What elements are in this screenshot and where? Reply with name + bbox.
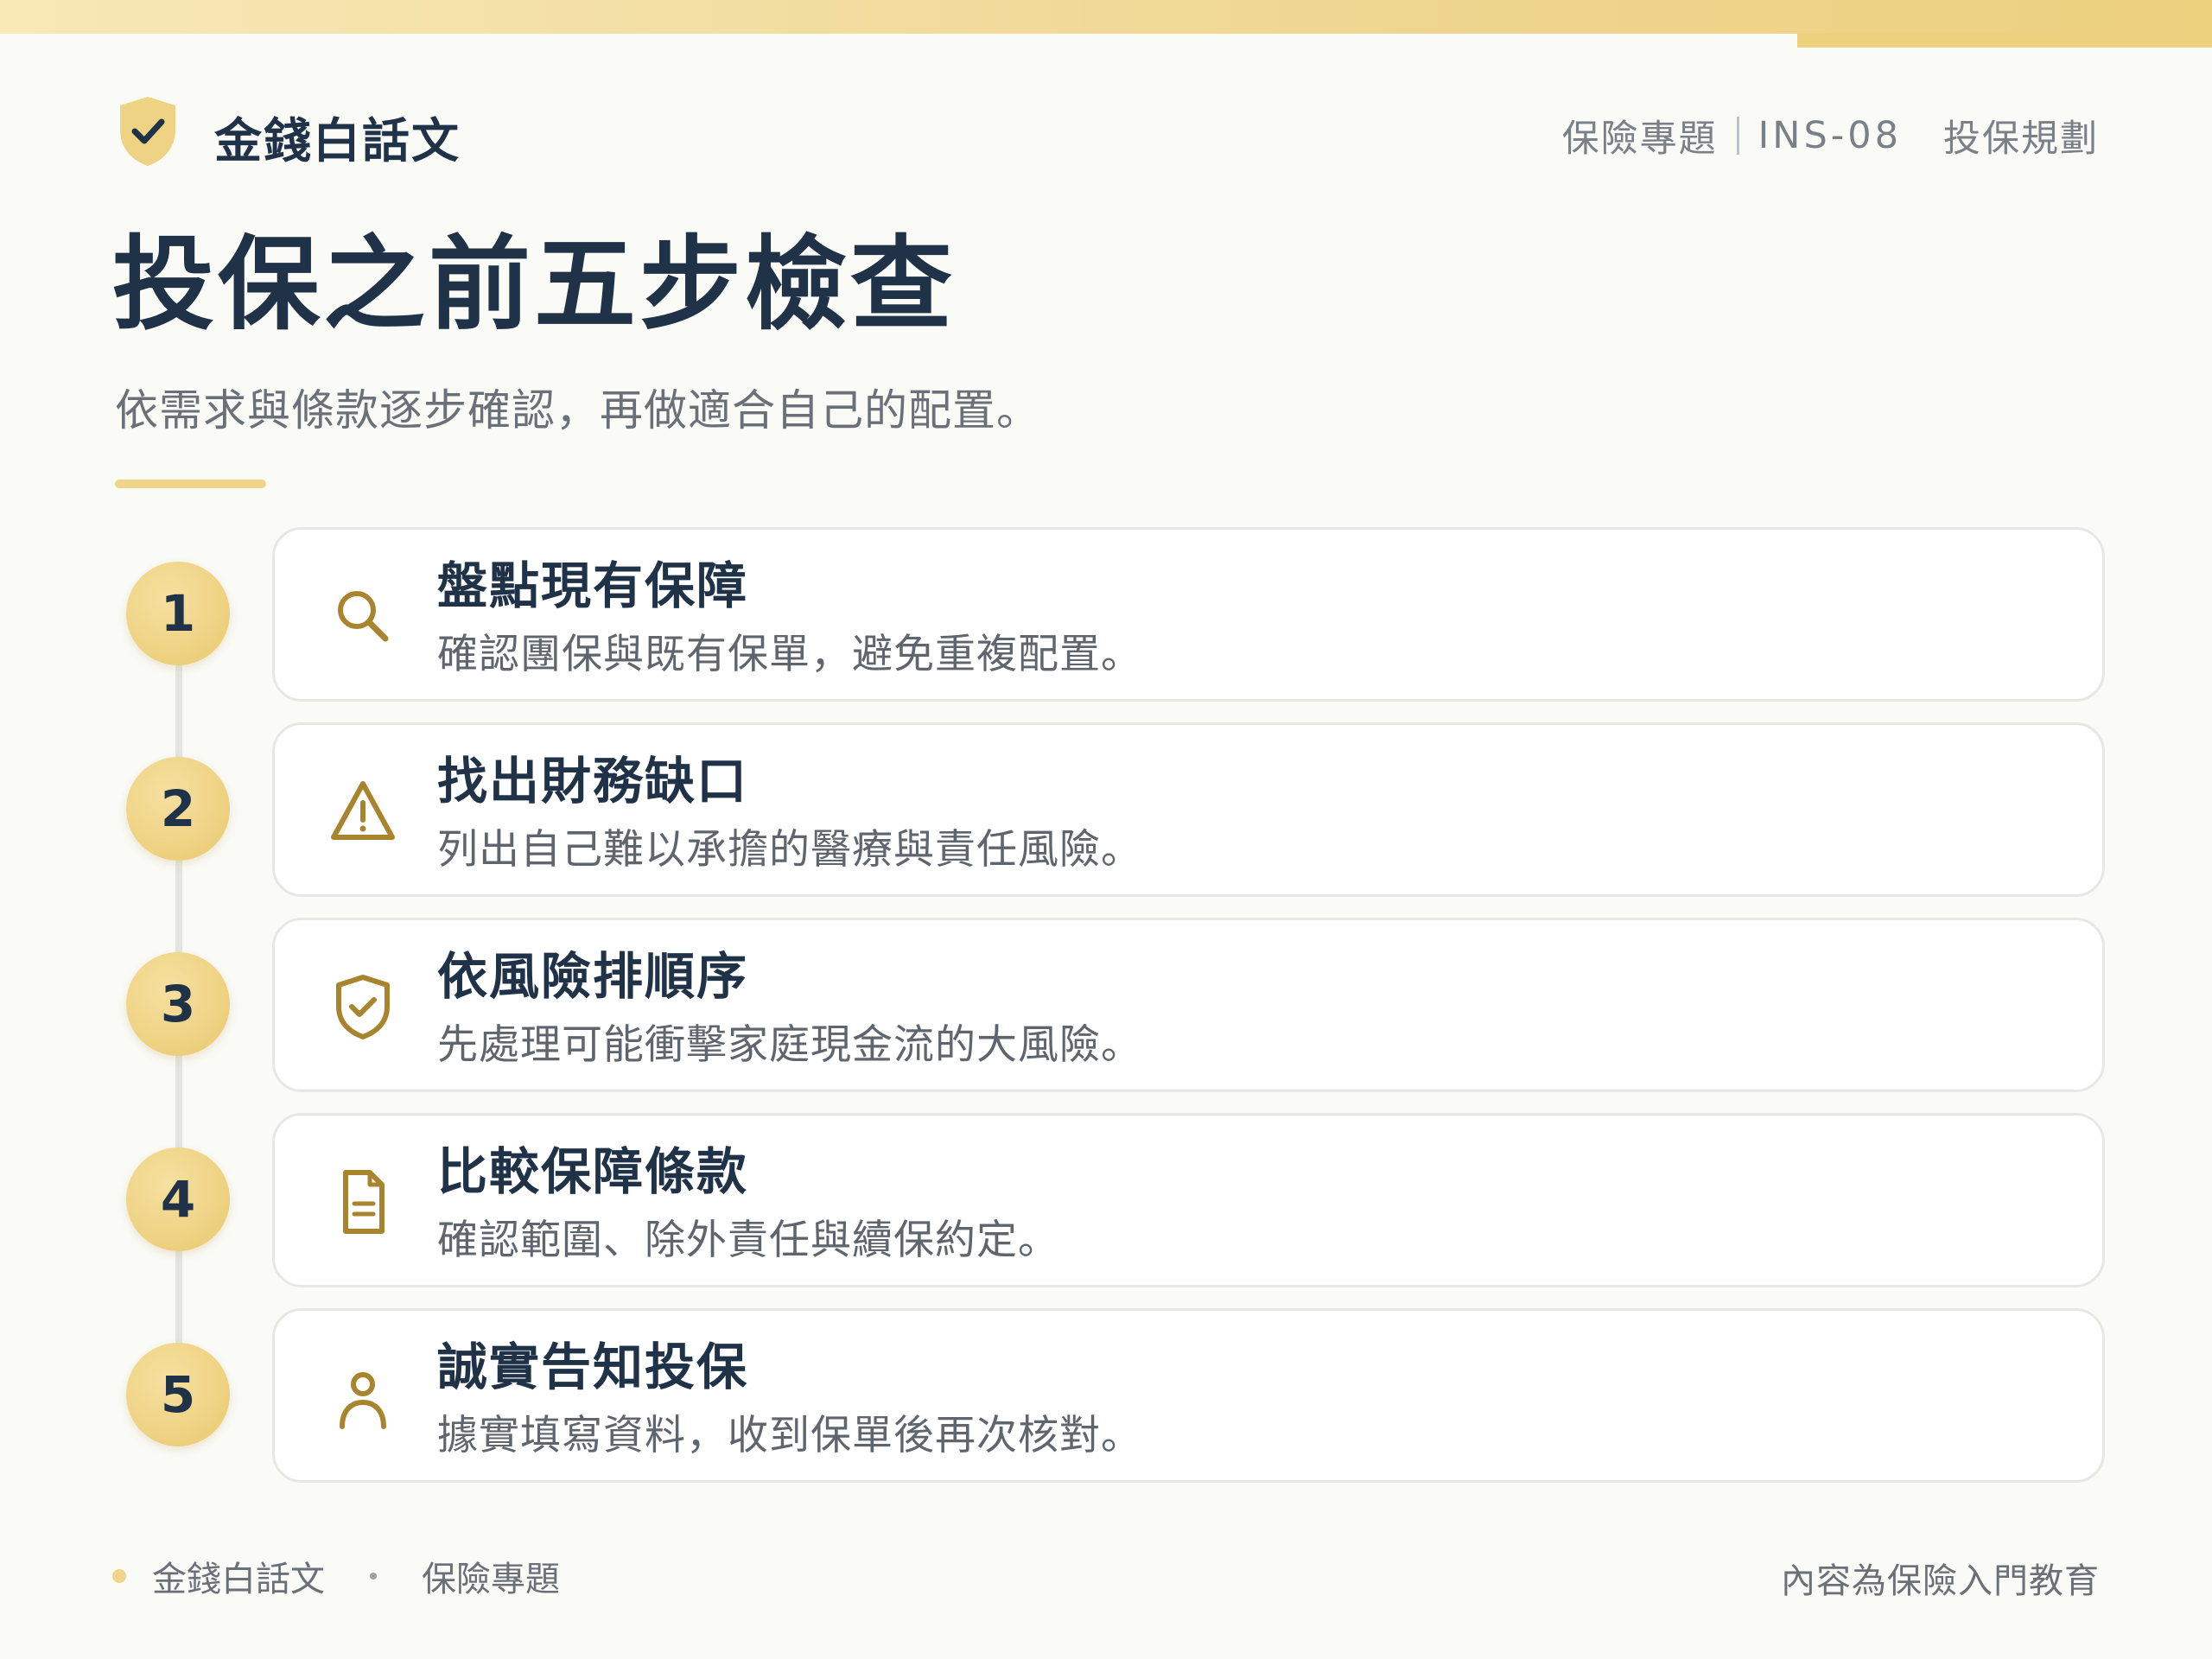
nav-code: INS-08 [1758, 114, 1902, 157]
step-description: 確認範圍、除外責任與續保約定。 [437, 1217, 1059, 1264]
step-number-badge: 5 [126, 1343, 230, 1446]
step-card[interactable]: 找出財務缺口 列出自己難以承擔的醫療與責任風險。 [272, 722, 2105, 897]
footer-note: 內容為保險入門教育 [1781, 1561, 2100, 1601]
footer-bullet-icon [112, 1569, 126, 1583]
warning-icon [327, 775, 399, 848]
search-icon [327, 580, 399, 652]
step-title: 依風險排順序 [437, 947, 749, 1006]
document-icon [327, 1166, 399, 1238]
title-accent-divider [115, 480, 266, 488]
footer-topic[interactable]: 保險專題 [422, 1551, 560, 1601]
step-item: 3 依風險排順序 先處理可能衝擊家庭現金流的大風險。 [0, 918, 2212, 1092]
step-title: 誠實告知投保 [437, 1338, 749, 1396]
top-accent-bar [0, 0, 2212, 34]
brand-name[interactable]: 金錢白話文 [214, 102, 461, 171]
page-subtitle: 依需求與條款逐步確認，再做適合自己的配置。 [115, 385, 1040, 435]
step-item: 2 找出財務缺口 列出自己難以承擔的醫療與責任風險。 [0, 722, 2212, 897]
page-title: 投保之前五步檢查 [112, 225, 957, 344]
step-item: 4 比較保障條款 確認範圍、除外責任與續保約定。 [0, 1113, 2212, 1287]
step-description: 列出自己難以承擔的醫療與責任風險。 [437, 826, 1142, 874]
step-title: 比較保障條款 [437, 1142, 749, 1201]
step-card[interactable]: 依風險排順序 先處理可能衝擊家庭現金流的大風險。 [272, 918, 2105, 1092]
nav-topic[interactable]: 保險專題 [1562, 109, 1718, 162]
top-navigation: 保險專題 INS-08 投保規劃 [1562, 109, 2099, 162]
footer-brand[interactable]: 金錢白話文 [152, 1551, 325, 1601]
person-icon [327, 1361, 399, 1433]
step-number-badge: 1 [126, 562, 230, 665]
step-number-badge: 3 [126, 952, 230, 1056]
step-description: 據實填寫資料，收到保單後再次核對。 [437, 1412, 1142, 1459]
step-number-badge: 4 [126, 1147, 230, 1251]
footer-separator-dot [370, 1573, 377, 1580]
nav-divider [1736, 117, 1739, 155]
step-card[interactable]: 誠實告知投保 據實填寫資料，收到保單後再次核對。 [272, 1308, 2105, 1483]
step-number-badge: 2 [126, 757, 230, 861]
top-accent-tab [1797, 34, 2212, 48]
shield-check-icon [327, 970, 399, 1043]
step-card[interactable]: 比較保障條款 確認範圍、除外責任與續保約定。 [272, 1113, 2105, 1287]
step-title: 找出財務缺口 [437, 752, 749, 810]
nav-category[interactable]: 投保規劃 [1943, 109, 2099, 162]
step-item: 5 誠實告知投保 據實填寫資料，收到保單後再次核對。 [0, 1308, 2212, 1483]
step-description: 先處理可能衝擊家庭現金流的大風險。 [437, 1021, 1142, 1069]
shield-check-icon [117, 95, 179, 168]
step-card[interactable]: 盤點現有保障 確認團保與既有保單，避免重複配置。 [272, 527, 2105, 702]
footer: 金錢白話文 保險專題 [112, 1551, 560, 1601]
step-description: 確認團保與既有保單，避免重複配置。 [437, 631, 1142, 678]
step-item: 1 盤點現有保障 確認團保與既有保單，避免重複配置。 [0, 527, 2212, 702]
step-title: 盤點現有保障 [437, 556, 749, 615]
